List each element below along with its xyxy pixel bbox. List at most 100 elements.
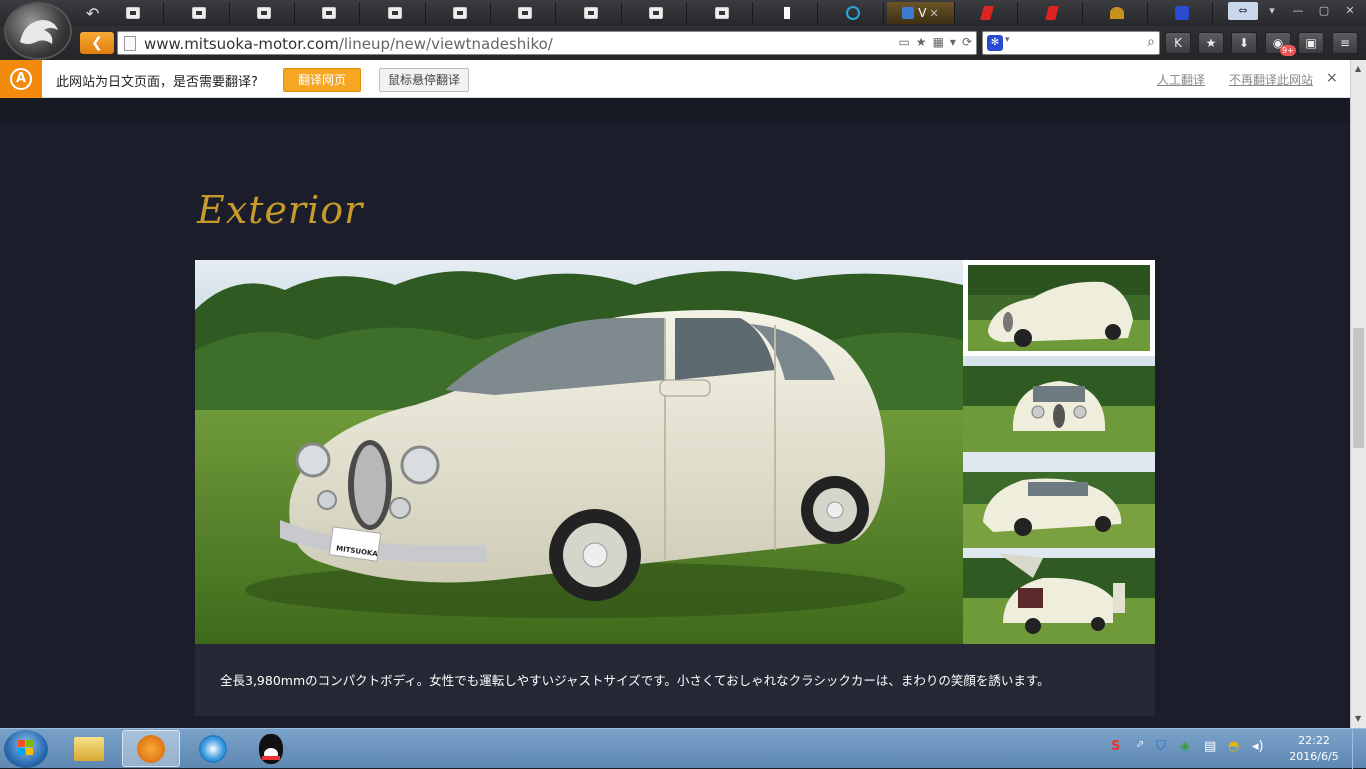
tab-favicon-icon — [256, 7, 271, 19]
tray-expand-icon[interactable]: ⬀ — [1136, 739, 1144, 750]
undo-close-tab-icon[interactable]: ↶ — [86, 4, 99, 23]
translate-icon: A — [0, 60, 42, 98]
tab[interactable] — [168, 2, 230, 24]
thumbnail-rear-three-quarter[interactable] — [963, 452, 1155, 548]
tab[interactable] — [560, 2, 622, 24]
download-button[interactable]: ⬇ — [1231, 32, 1257, 54]
tab[interactable] — [102, 2, 164, 24]
kuaizhan-button[interactable]: K — [1165, 32, 1191, 54]
translate-page-button[interactable]: 翻译网页 — [283, 68, 361, 92]
tab[interactable] — [1021, 2, 1083, 24]
security-shield-icon[interactable]: ⛉ — [1156, 739, 1166, 754]
network-icon[interactable]: ▤ — [1204, 739, 1216, 754]
tab-favicon-icon — [979, 6, 994, 20]
tools-button[interactable]: ▣ — [1298, 32, 1324, 54]
thumbnail-front[interactable] — [963, 356, 1155, 452]
scroll-up-icon[interactable]: ▲ — [1355, 64, 1361, 73]
search-box[interactable]: ✻ ▾ ⌕ — [982, 31, 1160, 55]
never-translate-link[interactable]: 不再翻译此网站 — [1229, 71, 1313, 88]
tab-label: V — [918, 6, 927, 20]
taskbar-qq[interactable] — [242, 730, 300, 767]
games-button[interactable]: ◉ 9+ — [1265, 32, 1296, 56]
thumbnail-doors-open[interactable] — [963, 548, 1155, 644]
search-icon[interactable]: ⌕ — [1147, 34, 1155, 50]
tab[interactable] — [1086, 2, 1148, 24]
address-bar[interactable]: www.mitsuoka-motor.com/lineup/new/viewtn… — [117, 31, 977, 55]
close-icon[interactable]: ✕ — [1338, 2, 1362, 20]
tab-favicon-icon — [783, 7, 790, 19]
refresh-icon[interactable]: ⟳ — [962, 35, 972, 49]
skin-icon[interactable]: ▾ — [1260, 2, 1284, 20]
thumbnail-front-three-quarter[interactable] — [963, 260, 1155, 356]
tab-favicon-icon — [452, 7, 467, 19]
tv-icon: ▣ — [1305, 36, 1317, 50]
tab-active[interactable]: V ✕ — [887, 2, 955, 24]
menu-button[interactable]: ≡ — [1332, 32, 1358, 54]
scroll-down-icon[interactable]: ▼ — [1355, 714, 1361, 723]
volume-icon[interactable]: ◂) — [1252, 739, 1264, 754]
page-icon — [124, 36, 136, 51]
section-heading: Exterior — [197, 188, 364, 232]
tab[interactable] — [756, 2, 818, 24]
scroll-thumb[interactable] — [1353, 328, 1364, 448]
system-clock[interactable]: 22:22 2016/6/5 — [1282, 733, 1346, 765]
windows-taskbar: S ⬀ ⛉ ◈ ▤ ◓ ◂) 22:22 2016/6/5 — [0, 728, 1366, 769]
translate-bar-close-icon[interactable]: × — [1326, 70, 1338, 86]
tab-strip: ↶ V ✕ ⇔ ▾ — ▢ ✕ — [0, 0, 1366, 26]
tab-favicon-icon — [1109, 7, 1124, 19]
maximize-icon[interactable]: ▢ — [1312, 2, 1336, 20]
tab[interactable] — [822, 2, 884, 24]
tab[interactable] — [298, 2, 360, 24]
human-translate-link[interactable]: 人工翻译 — [1157, 71, 1205, 88]
sogou-ime-icon[interactable]: S — [1111, 739, 1120, 754]
tab-favicon-icon — [517, 7, 532, 19]
qr-code-icon[interactable]: ▦ — [933, 35, 944, 49]
show-desktop-button[interactable] — [1352, 729, 1366, 769]
back-button[interactable]: ❮ — [80, 32, 114, 54]
tab[interactable] — [233, 2, 295, 24]
tab[interactable] — [494, 2, 556, 24]
menu-icon: ≡ — [1339, 36, 1351, 50]
exterior-gallery: MITSUOKA — [195, 260, 1155, 644]
tab-favicon-icon — [321, 7, 336, 19]
tab-favicon-icon — [1174, 6, 1189, 20]
tab[interactable] — [625, 2, 687, 24]
cloud-app-icon — [199, 734, 227, 763]
hover-translate-button[interactable]: 鼠标悬停翻译 — [379, 68, 469, 92]
url-text[interactable]: www.mitsuoka-motor.com/lineup/new/viewtn… — [144, 35, 553, 53]
browser-logo-icon[interactable] — [4, 2, 72, 60]
tab-favicon-icon — [648, 7, 663, 19]
navigation-bar: ❮ www.mitsuoka-motor.com/lineup/new/view… — [0, 26, 1366, 60]
tab[interactable] — [364, 2, 426, 24]
vertical-scrollbar[interactable]: ▲ ▼ — [1350, 60, 1366, 728]
tab-close-icon[interactable]: ✕ — [930, 7, 939, 20]
search-engine-dropdown-icon[interactable]: ▾ — [1005, 35, 1010, 45]
k-icon: K — [1174, 36, 1182, 50]
taskbar-explorer[interactable] — [60, 730, 118, 767]
window-controls: ⇔ ▾ — ▢ ✕ — [1228, 2, 1362, 20]
tab-favicon-icon — [191, 7, 206, 19]
tab[interactable] — [1151, 2, 1213, 24]
baidu-paw-icon[interactable]: ✻ — [987, 35, 1003, 51]
star-icon: ★ — [1205, 36, 1217, 50]
minimize-icon[interactable]: — — [1286, 2, 1310, 20]
tab-favicon-icon — [714, 7, 729, 19]
network-guard-icon[interactable]: ◈ — [1180, 739, 1190, 754]
tab[interactable] — [956, 2, 1018, 24]
tab[interactable] — [691, 2, 753, 24]
taskbar-app[interactable] — [184, 730, 242, 767]
qq-tray-icon[interactable]: ◓ — [1228, 739, 1239, 754]
exterior-caption: 全長3,980mmのコンパクトボディ。女性でも運転しやすいジャストサイズです。小… — [195, 644, 1155, 716]
block-popup-icon[interactable]: ▭ — [898, 35, 909, 49]
switch-mode-icon[interactable]: ⇔ — [1228, 2, 1258, 20]
tab-favicon-icon — [583, 7, 598, 19]
tab[interactable] — [429, 2, 491, 24]
bookmarks-button[interactable]: ★ — [1198, 32, 1224, 54]
dropdown-icon[interactable]: ▾ — [950, 35, 956, 49]
taskbar-browser[interactable] — [122, 730, 180, 767]
url-path: /lineup/new/viewtnadeshiko/ — [338, 35, 553, 53]
favorite-star-icon[interactable]: ★ — [916, 35, 927, 49]
start-button[interactable] — [4, 730, 48, 768]
windows-logo-icon — [18, 740, 34, 756]
download-icon: ⬇ — [1238, 36, 1250, 50]
